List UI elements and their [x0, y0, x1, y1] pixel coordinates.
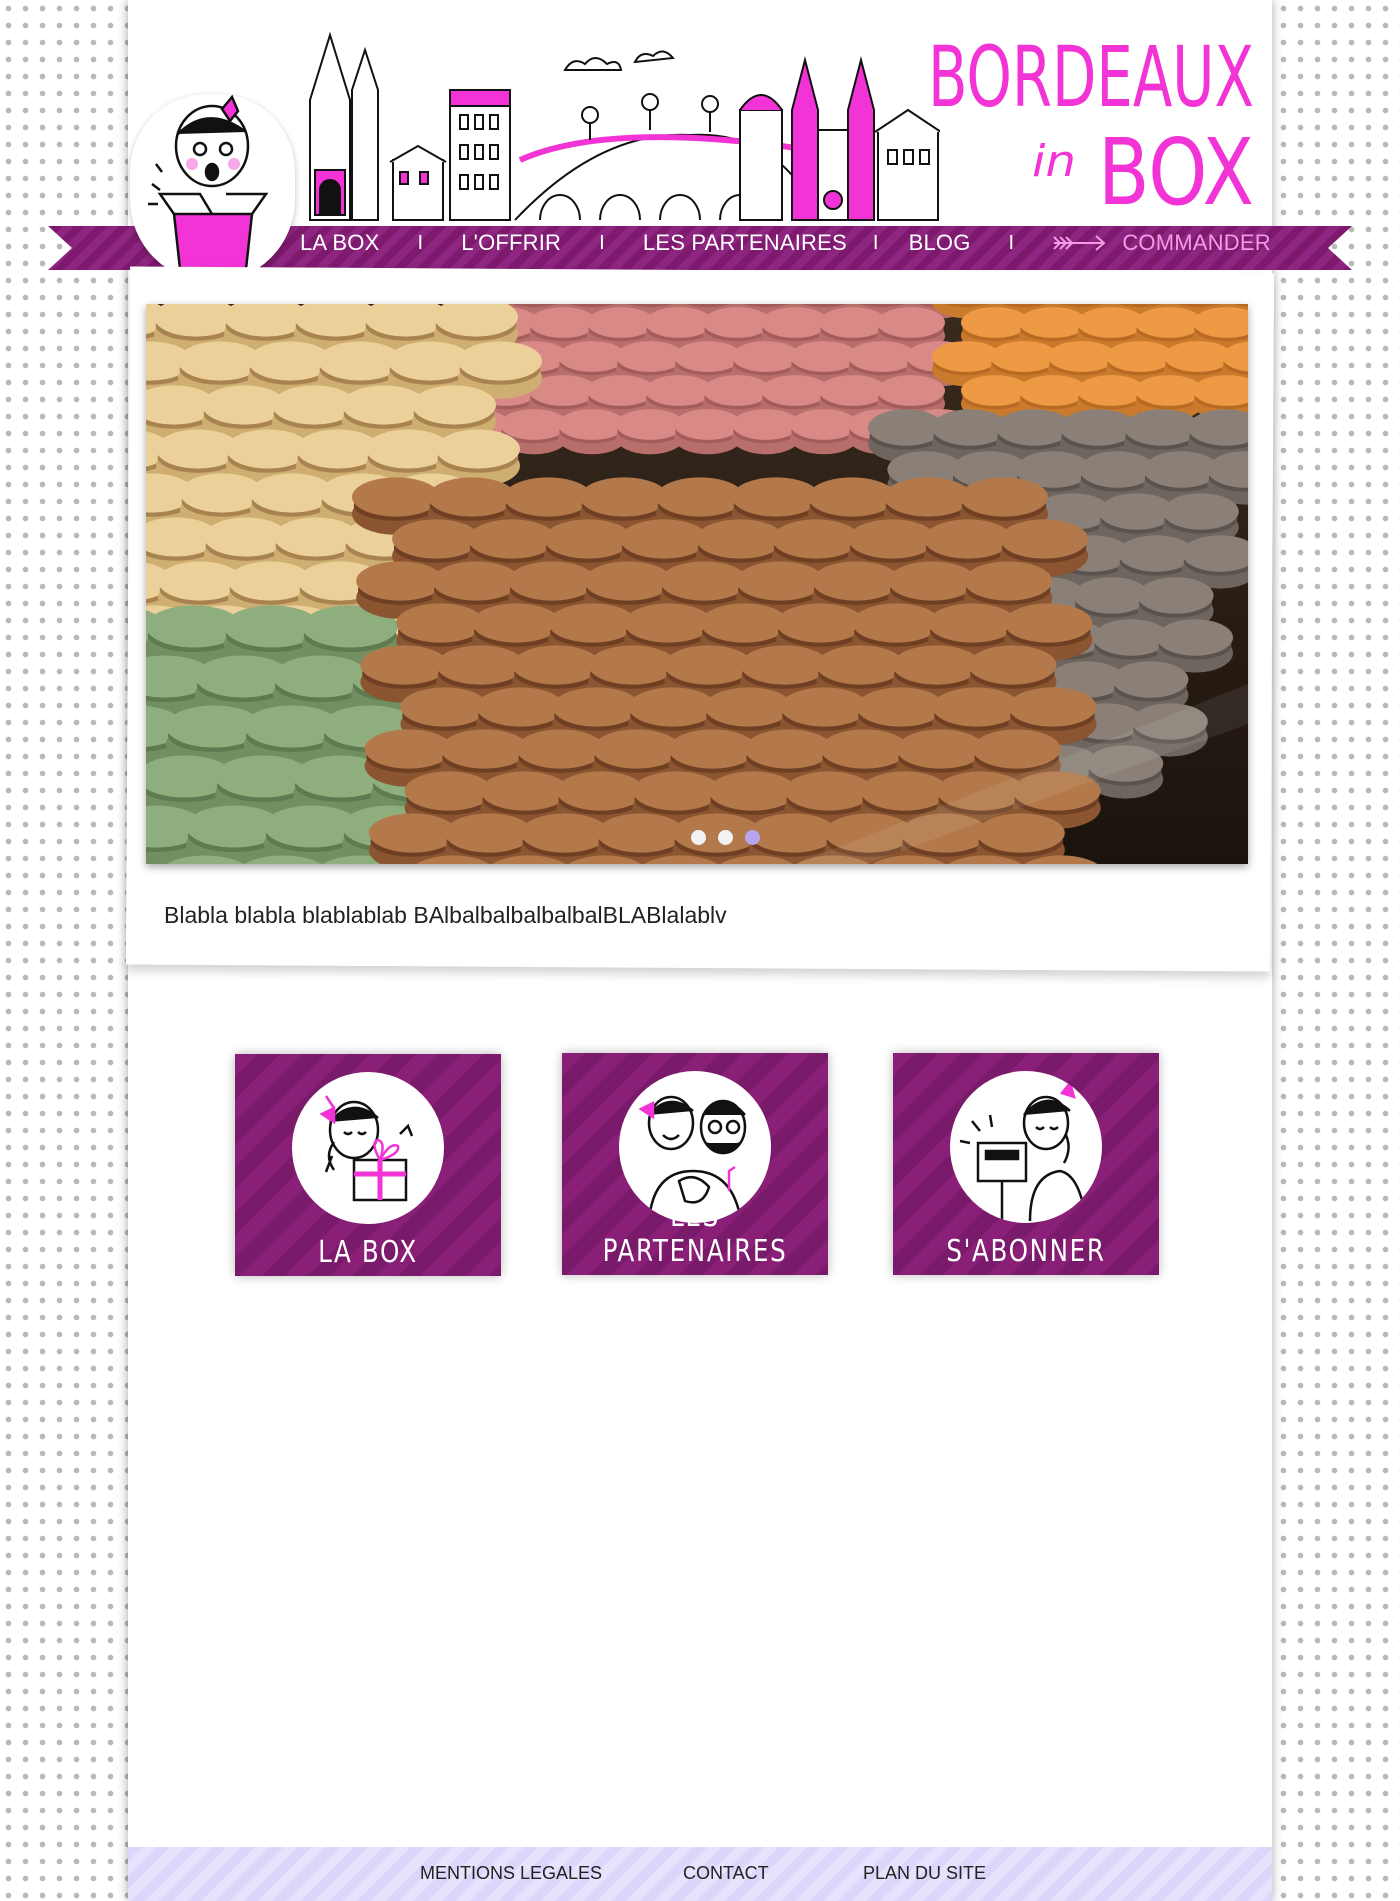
mascot-avatar[interactable] [130, 94, 295, 282]
slider-dot[interactable] [718, 830, 733, 845]
tile-label: LA BOX [318, 1235, 418, 1270]
footer-link-plan-du-site[interactable]: PLAN DU SITE [863, 1863, 986, 1884]
commander-label: COMMANDER [1122, 230, 1271, 255]
girl-with-box-icon [148, 94, 269, 271]
hero-caption: Blabla blabla blablablab BAlbalbalbalbal… [164, 902, 727, 928]
girl-with-mailbox-icon [959, 1080, 1088, 1222]
slider-dots [691, 830, 760, 845]
nav-item-loffrir[interactable]: L'OFFRIR [461, 230, 561, 256]
footer-link-mentions-legales[interactable]: MENTIONS LEGALES [420, 1863, 602, 1884]
tile-label: S'ABONNER [946, 1234, 1106, 1269]
slider-dot[interactable] [691, 830, 706, 845]
image-slider[interactable] [146, 304, 1248, 864]
nav-separator: I [1008, 231, 1015, 254]
nav-item-la-box[interactable]: LA BOX [300, 230, 379, 256]
logo-line1: BORDEAUX [928, 28, 1254, 126]
tile-label: LES PARTENAIRES [602, 1199, 788, 1269]
tile-sabonner[interactable]: S'ABONNER [893, 1053, 1159, 1275]
footer-link-contact[interactable]: CONTACT [683, 1863, 769, 1884]
macarons-photo [146, 304, 1248, 864]
logo-in: in [1032, 136, 1076, 187]
tile-la-box[interactable]: LA BOX [235, 1054, 501, 1276]
nav-separator: I [417, 231, 424, 254]
nav-item-blog[interactable]: BLOG [909, 230, 971, 256]
nav-item-les-partenaires[interactable]: LES PARTENAIRES [643, 230, 847, 256]
footer: MENTIONS LEGALES CONTACT PLAN DU SITE [128, 1847, 1272, 1901]
bordeaux-in-box-logo[interactable]: BORDEAUX in BOX [800, 12, 1260, 212]
nav-separator: I [599, 231, 605, 254]
tile-les-partenaires[interactable]: LES PARTENAIRES [562, 1053, 828, 1275]
nav-separator: I [872, 231, 879, 254]
commander-button[interactable]: COMMANDER [1050, 230, 1271, 256]
main-navigation: LA BOX I L'OFFRIR I LES PARTENAIRES I BL… [300, 226, 1271, 260]
tile-circle [292, 1072, 444, 1224]
logo-line2: BOX [1098, 119, 1254, 212]
tile-circle [950, 1071, 1102, 1223]
girl-with-gift-icon [319, 1095, 414, 1202]
slider-dot-active[interactable] [745, 830, 760, 845]
arrow-right-icon [1053, 235, 1106, 251]
